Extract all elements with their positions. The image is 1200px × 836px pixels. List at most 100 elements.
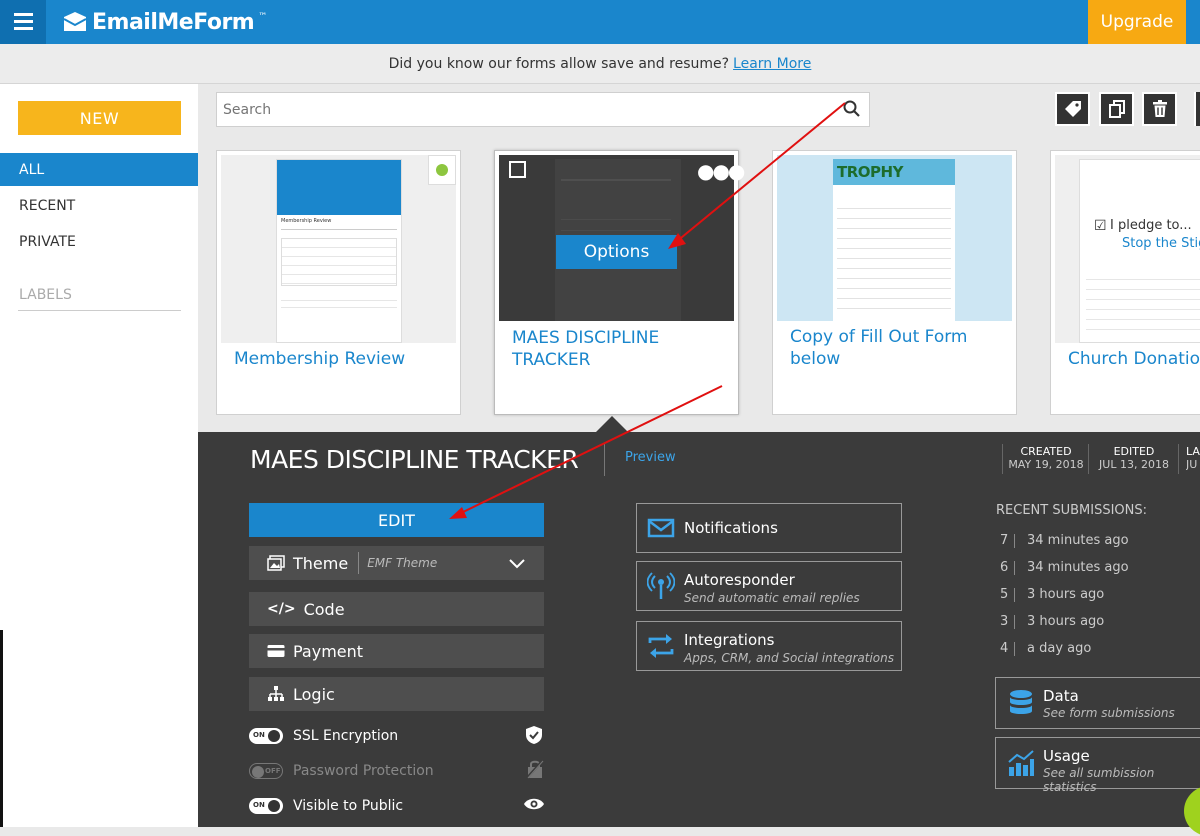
top-bar-edge — [1186, 0, 1200, 44]
tag-button[interactable] — [1055, 92, 1090, 126]
autoresponder-sub: Send automatic email replies — [684, 591, 860, 605]
detail-pointer — [596, 416, 628, 432]
notifications-button[interactable]: Notifications — [636, 503, 902, 553]
submission-row[interactable]: 7 34 minutes ago — [1000, 533, 1129, 548]
shield-check-icon — [526, 726, 542, 744]
learn-more-link[interactable]: Learn More — [733, 56, 811, 72]
form-thumbnail[interactable]: Membership Review — [221, 155, 456, 343]
ssl-toggle[interactable]: ON — [249, 728, 283, 744]
last-value: JU — [1186, 458, 1198, 471]
trash-icon — [1152, 100, 1167, 117]
edited-value: JUL 13, 2018 — [1099, 458, 1169, 471]
password-protection-row[interactable]: OFF Password Protection — [249, 760, 434, 782]
integrations-button[interactable]: Integrations Apps, CRM, and Social integ… — [636, 621, 902, 671]
thumbnail-heading: Membership Review — [281, 218, 332, 224]
labels-heading[interactable]: LABELS — [0, 278, 198, 311]
ssl-label: SSL Encryption — [293, 728, 399, 744]
last-meta: LA JU — [1186, 445, 1200, 471]
thumbnail-line-1: I pledge to... — [1110, 218, 1192, 233]
data-label: Data — [1043, 687, 1079, 705]
created-label: CREATED — [1020, 445, 1072, 458]
new-form-button[interactable]: NEW — [18, 101, 181, 135]
search-input[interactable] — [217, 93, 817, 126]
thumbnail-line-2: Stop the Stig — [1122, 236, 1200, 251]
payment-row[interactable]: Payment — [249, 634, 544, 668]
submission-row[interactable]: 4 a day ago — [1000, 641, 1091, 656]
search-box[interactable] — [216, 92, 870, 127]
image-icon — [267, 555, 285, 571]
created-meta: CREATED MAY 19, 2018 — [1008, 445, 1084, 471]
public-toggle[interactable]: ON — [249, 798, 283, 814]
more-icon[interactable]: ●●● — [697, 161, 745, 181]
select-checkbox[interactable] — [509, 161, 526, 178]
search-icon[interactable] — [843, 100, 861, 118]
form-card-membership-review[interactable]: Membership Review Membership Review — [216, 150, 461, 415]
sidebar-item-recent[interactable]: RECENT — [0, 189, 198, 222]
edited-meta: EDITED JUL 13, 2018 — [1094, 445, 1174, 471]
visible-to-public-row[interactable]: ON Visible to Public — [249, 795, 403, 817]
submission-number: 5 — [1000, 587, 1009, 602]
chevron-down-icon[interactable] — [508, 558, 526, 570]
form-card-copy-of-fill-out-form[interactable]: TROPHY Copy of Fill Out Form below — [772, 150, 1017, 415]
form-card-church-donation[interactable]: ☑ I pledge to... Stop the Stig Church Do… — [1050, 150, 1200, 415]
form-card-title[interactable]: Membership Review — [234, 348, 454, 370]
tag-icon — [1064, 101, 1081, 117]
logic-row[interactable]: Logic — [249, 677, 544, 711]
code-row[interactable]: </> Code — [249, 592, 544, 626]
recent-submissions-heading: RECENT SUBMISSIONS: — [996, 503, 1147, 518]
public-label: Visible to Public — [293, 798, 404, 814]
edit-button[interactable]: EDIT — [249, 503, 544, 537]
ssl-encryption-row[interactable]: ON SSL Encryption — [249, 725, 398, 747]
sitemap-icon — [268, 686, 284, 701]
data-button[interactable]: Data See form submissions — [995, 677, 1200, 729]
usage-button[interactable]: Usage See all sumbission statistics — [995, 737, 1200, 794]
copy-icon — [1108, 100, 1125, 118]
logo[interactable]: EmailMeForm ™ — [62, 8, 267, 36]
sidebar-item-private[interactable]: PRIVATE — [0, 225, 198, 258]
form-thumbnail[interactable]: TROPHY — [777, 155, 1012, 321]
form-card-title[interactable]: MAES DISCIPLINE TRACKER — [512, 327, 672, 371]
left-edge-strip — [0, 630, 3, 827]
options-button[interactable]: Options — [556, 235, 677, 269]
submission-time: 3 hours ago — [1027, 614, 1105, 629]
password-toggle[interactable]: OFF — [249, 763, 283, 779]
form-card-title[interactable]: Copy of Fill Out Form below — [790, 326, 1010, 370]
code-icon: </> — [267, 601, 296, 617]
upgrade-button[interactable]: Upgrade — [1088, 0, 1186, 44]
form-thumbnail[interactable]: ☑ I pledge to... Stop the Stig — [1055, 155, 1200, 343]
credit-card-icon — [267, 645, 285, 657]
checkbox-check-icon: ☑ — [1094, 218, 1107, 234]
delete-button[interactable] — [1142, 92, 1177, 126]
status-dot — [436, 164, 448, 176]
menu-button[interactable] — [0, 0, 46, 44]
theme-value: EMF Theme — [367, 556, 438, 570]
submission-row[interactable]: 3 3 hours ago — [1000, 614, 1104, 629]
form-card-title[interactable]: Church Donation — [1068, 348, 1200, 370]
submission-row[interactable]: 6 34 minutes ago — [1000, 560, 1129, 575]
submission-time: 34 minutes ago — [1027, 533, 1129, 548]
sidebar-item-all[interactable]: ALL — [0, 153, 198, 186]
usage-label: Usage — [1043, 747, 1090, 765]
detail-title: MAES DISCIPLINE TRACKER — [250, 445, 579, 474]
form-card-maes-discipline-tracker[interactable]: ●●● Options MAES DISCIPLINE TRACKER — [494, 150, 745, 415]
logic-label: Logic — [293, 684, 335, 704]
submission-time: 34 minutes ago — [1027, 560, 1129, 575]
integrations-sub: Apps, CRM, and Social integrations — [684, 651, 894, 665]
database-icon — [1010, 690, 1032, 714]
theme-row[interactable]: Theme EMF Theme — [249, 546, 544, 580]
payment-label: Payment — [293, 641, 364, 661]
copy-button[interactable] — [1099, 92, 1134, 126]
preview-link[interactable]: Preview — [625, 450, 676, 465]
meta-divider — [1002, 444, 1003, 474]
submission-number: 4 — [1000, 641, 1009, 656]
eye-icon — [524, 798, 544, 810]
submission-number: 3 — [1000, 614, 1009, 629]
integrations-label: Integrations — [684, 631, 775, 649]
usage-sub: See all sumbission statistics — [1043, 766, 1155, 794]
autoresponder-button[interactable]: Autoresponder Send automatic email repli… — [636, 561, 902, 611]
submission-number: 6 — [1000, 560, 1009, 575]
submission-row[interactable]: 5 3 hours ago — [1000, 587, 1104, 602]
submission-time: 3 hours ago — [1027, 587, 1105, 602]
data-sub: See form submissions — [1043, 706, 1175, 720]
envelope-icon — [647, 518, 675, 538]
